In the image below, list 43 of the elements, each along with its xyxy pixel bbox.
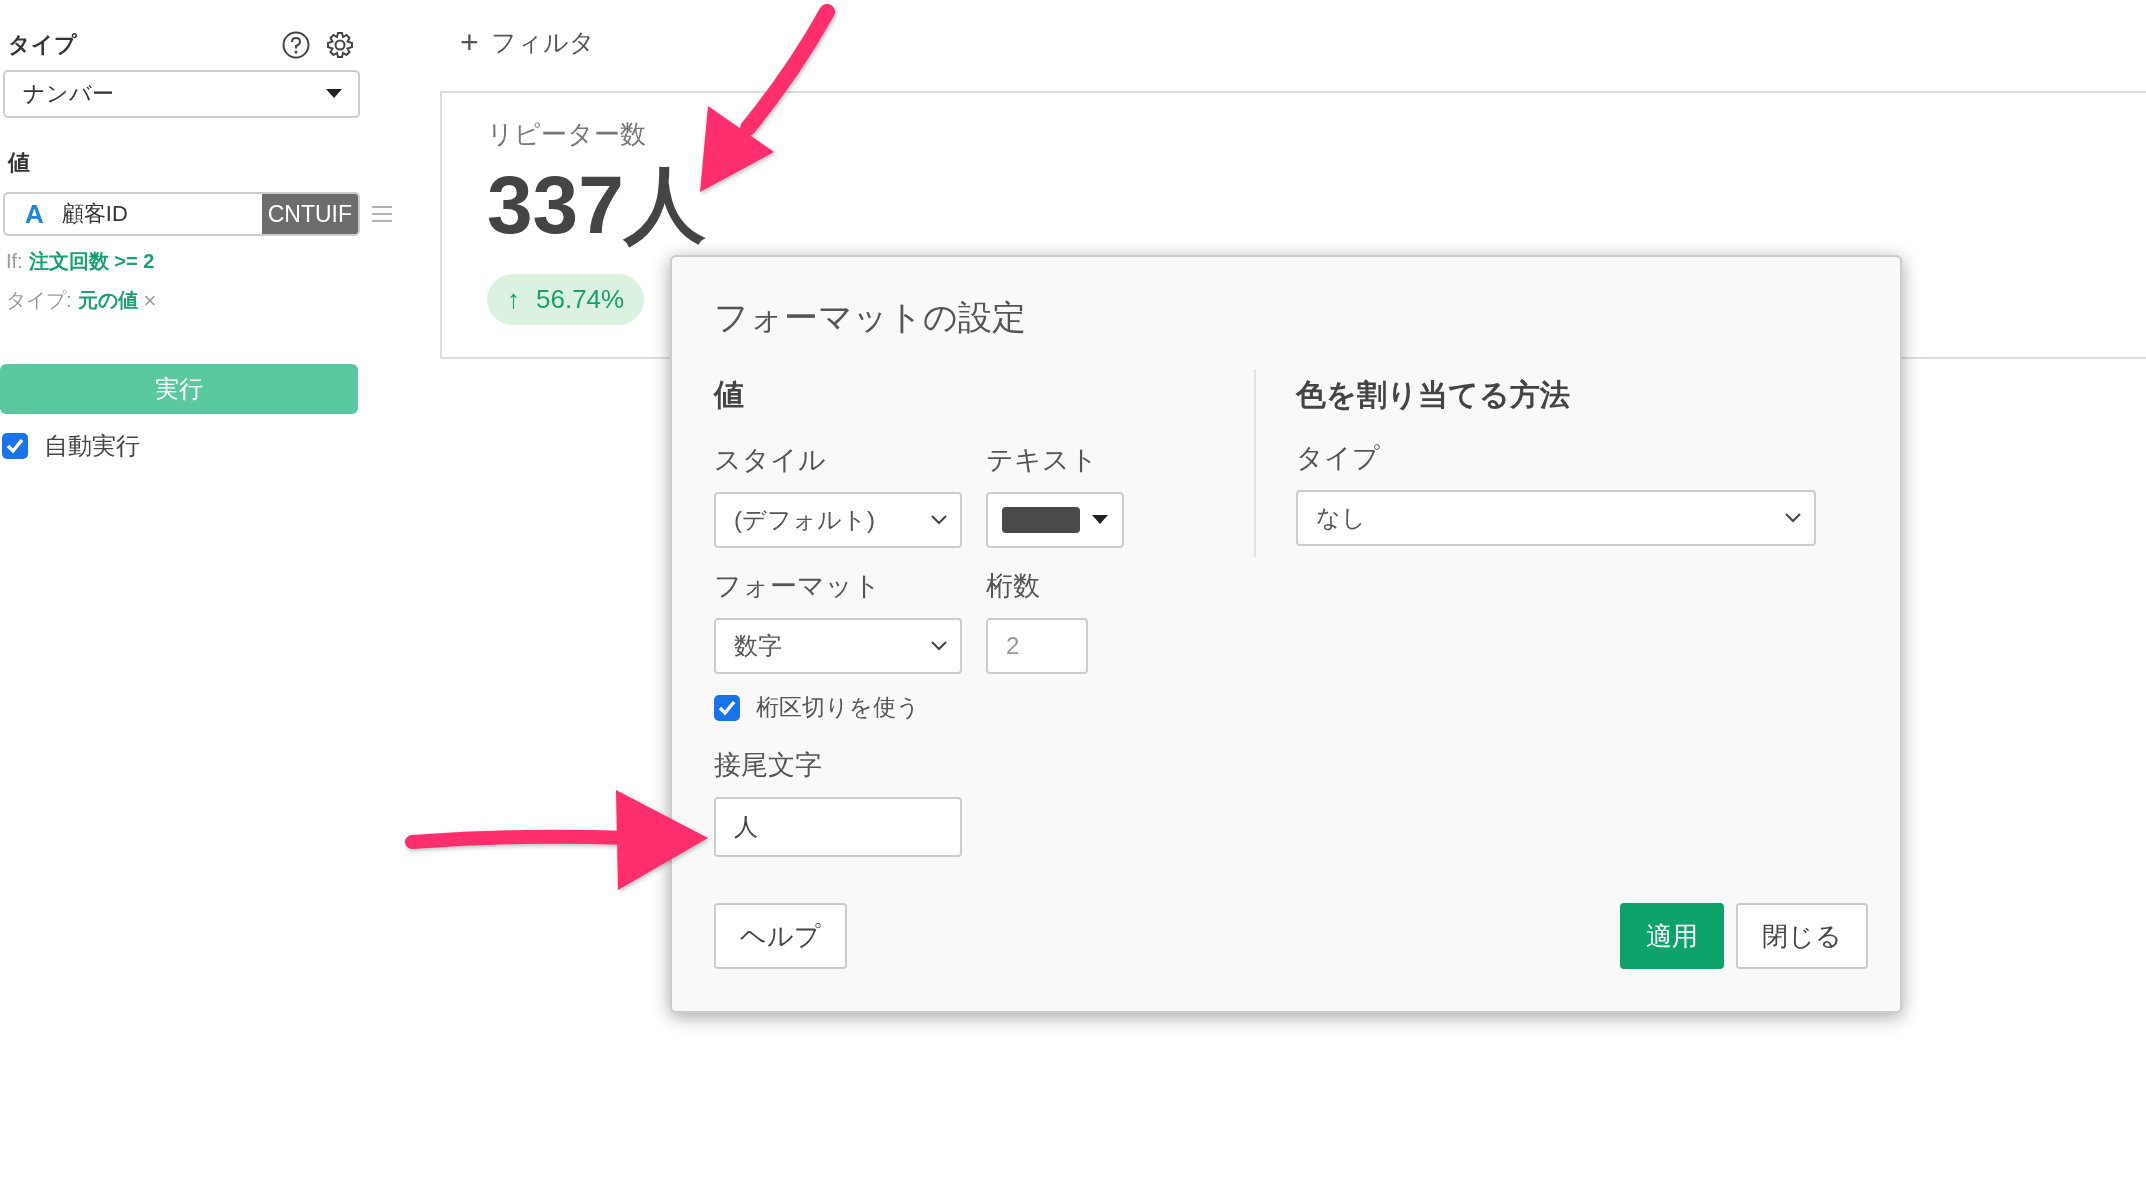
color-type-select[interactable]: なし [1296,490,1816,546]
metric-title: リピーター数 [487,118,646,151]
value-type-value: 元の値 [77,288,138,313]
value-field[interactable]: A 顧客ID CNTUIF [3,192,360,236]
field-name: 顧客ID [61,200,128,228]
section-heading: 色を割り当てる方法 [1296,377,1571,413]
type-label: タイプ [8,31,78,59]
chevron-down-icon [930,514,948,526]
digits-label: 桁数 [986,570,1041,603]
condition-value: 注文回数 >= 2 [28,249,155,274]
chevron-down-icon [930,640,948,652]
change-badge: ↑ 56.74% [487,274,645,326]
checkbox[interactable] [2,433,28,459]
type-label: タイプ [1296,442,1381,475]
suffix-label: 接尾文字 [714,749,823,782]
function-tag[interactable]: CNTUIF [261,194,358,234]
text-color-picker[interactable] [986,492,1124,548]
metric-value: 337人 [487,160,706,251]
add-filter-button[interactable]: + フィルタ [460,24,595,61]
section-heading: 値 [714,377,745,413]
checkbox[interactable] [714,694,740,721]
format-label: フォーマット [714,570,882,603]
style-select[interactable]: (デフォルト) [714,492,962,548]
dialog-button[interactable]: ヘルプ [714,903,847,969]
dialog-title: フォーマットの設定 [714,297,1027,338]
help-icon[interactable] [282,31,310,59]
format-select[interactable]: 数字 [714,618,962,674]
type-select[interactable]: ナンバー [3,70,360,118]
text-label: テキスト [986,444,1099,477]
dialog-button[interactable]: 閉じる [1736,903,1868,969]
text-type-icon: A [25,198,44,230]
chevron-down-icon [1784,512,1802,524]
suffix-field[interactable]: 人 [714,797,962,857]
value-label: 値 [8,149,31,177]
value-type-label: タイプ: [6,288,72,313]
caret-icon [326,89,342,99]
condition-label: If: [6,250,23,273]
auto-run-label: 自動実行 [44,431,140,461]
digits-field[interactable]: 2 [986,618,1088,674]
style-label: スタイル [714,444,827,477]
settings-icon[interactable] [326,31,354,59]
caret-icon [1092,515,1108,525]
separator-label: 桁区切りを使う [756,693,920,722]
